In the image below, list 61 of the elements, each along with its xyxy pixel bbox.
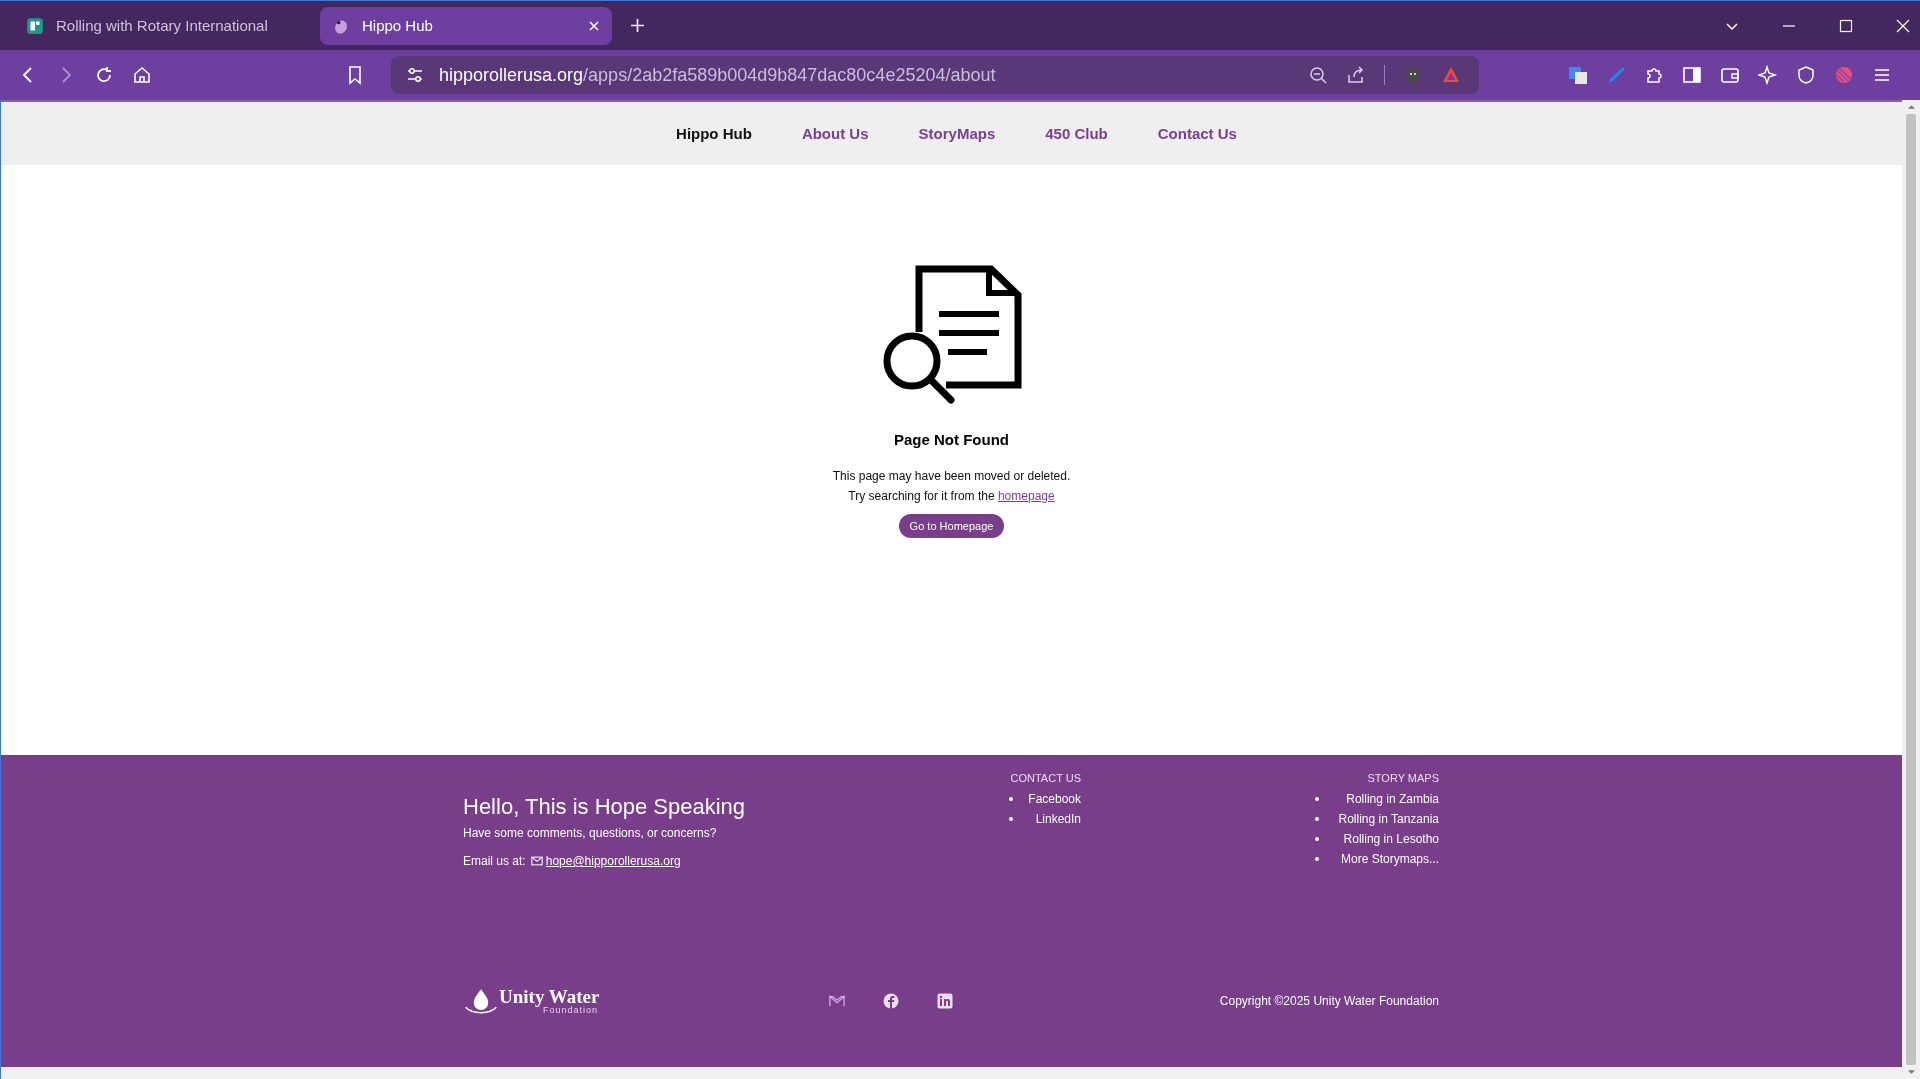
horizontal-scrollbar[interactable] (1, 1067, 1902, 1079)
browser-tab[interactable]: Rolling with Rotary International (14, 6, 306, 45)
sidebar-icon[interactable] (1682, 65, 1702, 85)
tab-title: Rolling with Rotary International (56, 17, 269, 34)
home-icon[interactable] (132, 65, 152, 85)
error-message: This page may have been moved or deleted. (832, 468, 1071, 485)
settings-sliders-icon[interactable] (405, 65, 425, 85)
footer-heading: Hello, This is Hope Speaking (463, 794, 747, 820)
bullet (1315, 817, 1319, 821)
close-icon[interactable] (1896, 18, 1910, 33)
footer-link[interactable]: More Storymaps... (1340, 852, 1439, 866)
document-search-icon (881, 265, 1022, 407)
shield-icon[interactable] (1796, 65, 1816, 85)
tab-title: Hippo Hub (362, 17, 434, 34)
email-label: Email us at: (463, 854, 526, 868)
error-title: Page Not Found (894, 431, 1009, 448)
nav-link[interactable]: About Us (801, 125, 869, 142)
scroll-up-icon[interactable] (1906, 104, 1916, 110)
maximize-icon[interactable] (1839, 18, 1853, 33)
homepage-link[interactable]: homepage (997, 489, 1055, 503)
vertical-scrollbar[interactable] (1902, 100, 1920, 1079)
footer-subheading: Have some comments, questions, or concerns? (463, 826, 718, 840)
sparkle-icon[interactable] (1758, 65, 1778, 85)
go-to-homepage-button[interactable]: Go to Homepage (898, 514, 1005, 538)
nav-link[interactable]: 450 Club (1045, 125, 1108, 142)
mail-icon[interactable] (829, 993, 845, 1009)
bullet (1315, 837, 1319, 841)
site-title-link[interactable]: Hippo Hub (676, 125, 752, 142)
address-bar[interactable]: hipporollerusa.org/apps/2ab2fa589b004d9b847dac80c4e25204/about (391, 56, 1479, 94)
bullet (1315, 797, 1319, 801)
linkedin-icon[interactable] (937, 993, 953, 1009)
reload-icon[interactable] (94, 65, 114, 85)
foundation-logo: Unity Water Foundation (463, 987, 829, 1015)
extensions-icon[interactable] (1644, 65, 1664, 85)
wallet-icon[interactable] (1720, 65, 1740, 85)
new-tab-icon[interactable] (630, 18, 645, 33)
footer-link[interactable]: LinkedIn (1035, 812, 1081, 826)
footer-link[interactable]: Rolling in Zambia (1346, 792, 1439, 806)
zoom-out-icon[interactable] (1308, 65, 1328, 85)
email-link[interactable]: hope@hipporollerusa.org (530, 854, 681, 868)
column-title: STORY MAPS (1367, 772, 1439, 784)
footer-link[interactable]: Rolling in Lesotho (1343, 832, 1439, 846)
footer-link[interactable]: Rolling in Tanzania (1338, 812, 1439, 826)
triangle-icon[interactable] (1441, 65, 1461, 85)
copyright-text: Copyright ©2025 Unity Water Foundation (1219, 994, 1439, 1008)
error-hint: Try searching for it from the homepage (848, 488, 1055, 505)
scroll-down-icon[interactable] (1906, 1069, 1916, 1075)
close-icon[interactable] (588, 19, 600, 32)
url-text: hipporollerusa.org/apps/2ab2fa589b004d9b847dac80c4e25204/about (439, 64, 996, 86)
browser-tab[interactable]: Hippo Hub (320, 6, 612, 45)
envelope-icon (530, 856, 543, 866)
nav-link[interactable]: Contact Us (1157, 125, 1237, 142)
bullet (1315, 857, 1319, 861)
bullet (1009, 817, 1013, 821)
facebook-icon[interactable] (883, 993, 899, 1009)
bullet (1009, 797, 1013, 801)
share-icon[interactable] (1346, 65, 1366, 85)
document-app-icon (26, 16, 44, 35)
column-title: CONTACT US (1010, 772, 1081, 784)
footer-link[interactable]: Facebook (1028, 792, 1081, 806)
nav-link[interactable]: StoryMaps (918, 125, 996, 142)
